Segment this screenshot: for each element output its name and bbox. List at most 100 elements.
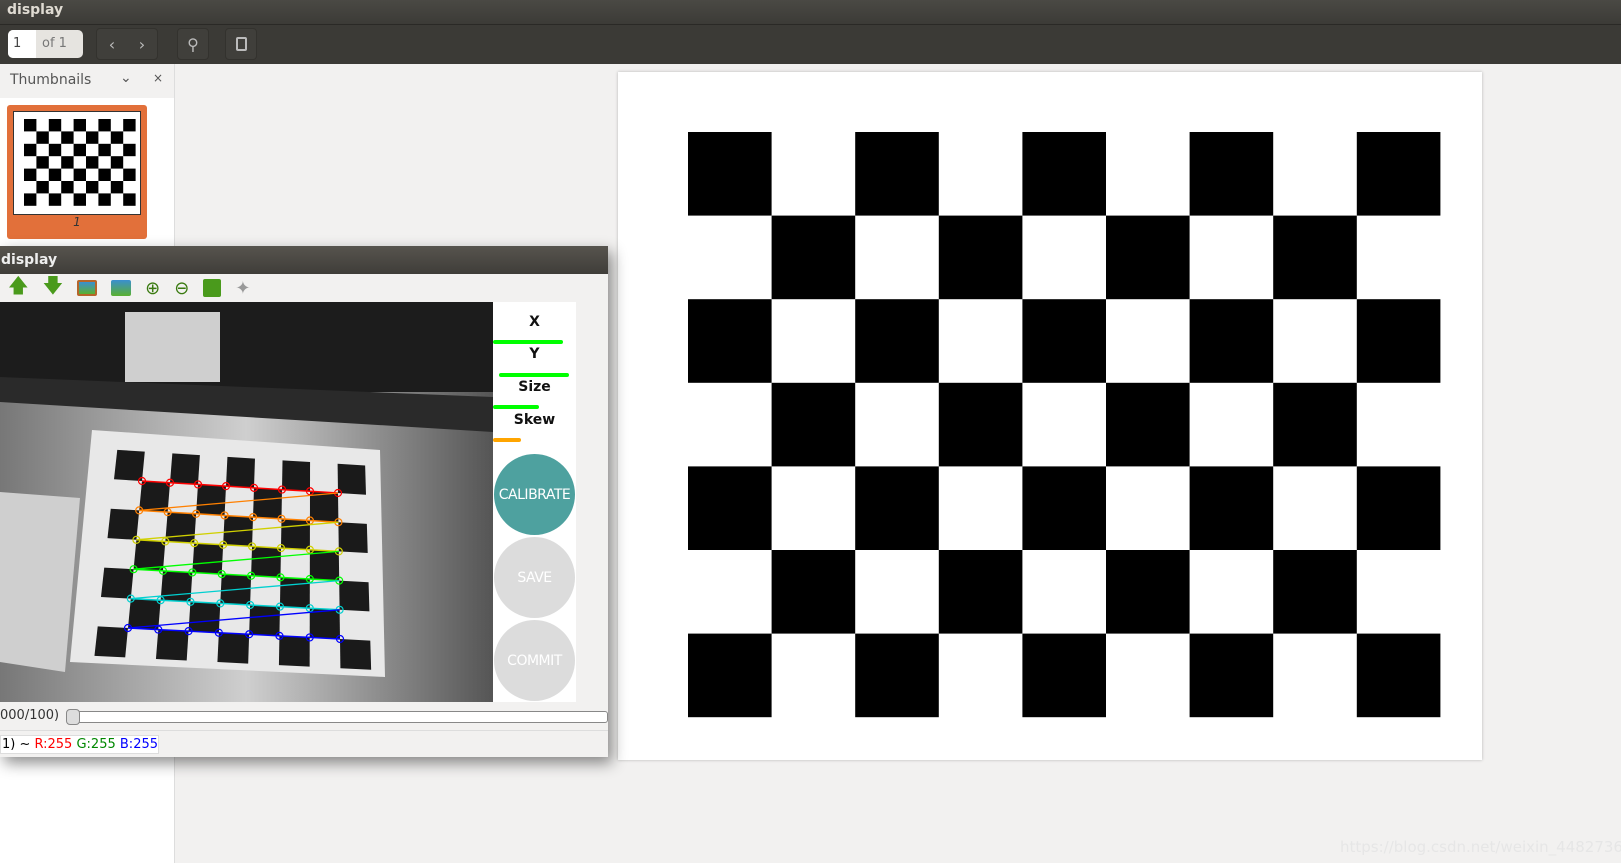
checker-square bbox=[123, 143, 136, 157]
slider-handle[interactable] bbox=[66, 709, 80, 725]
camera-checker-square bbox=[340, 639, 372, 670]
camera-checker-square bbox=[309, 491, 339, 523]
slider-track[interactable] bbox=[66, 711, 608, 723]
camera-checker-square bbox=[114, 449, 145, 481]
zoom-fit-icon[interactable] bbox=[111, 280, 132, 296]
checker-square bbox=[61, 131, 74, 144]
checker-square bbox=[98, 193, 111, 206]
window-light bbox=[125, 312, 220, 382]
checker-square bbox=[938, 382, 1023, 467]
checker-square bbox=[24, 168, 37, 181]
checker-square bbox=[48, 168, 62, 181]
checker-square bbox=[1273, 382, 1357, 467]
viewer-toolbar: 1 of 1 ‹ › ⚲ bbox=[0, 24, 1621, 64]
commit-button: COMMIT bbox=[494, 620, 575, 701]
checker-square bbox=[110, 156, 124, 169]
status-bar: 1) ~ R:255 G:255 B:255 bbox=[0, 730, 608, 757]
slider-row: 000/100) bbox=[0, 702, 608, 730]
annotations-button[interactable] bbox=[225, 28, 257, 60]
zoom-out-icon[interactable]: ⊖ bbox=[174, 278, 189, 299]
document-page bbox=[618, 72, 1482, 760]
checker-square bbox=[1356, 466, 1441, 550]
chevron-down-icon[interactable]: ⌄ bbox=[120, 70, 132, 86]
checker-square bbox=[73, 119, 86, 132]
checker-square bbox=[98, 168, 111, 181]
metric-label-x: X bbox=[529, 314, 540, 330]
checker-square bbox=[1356, 299, 1441, 383]
camera-image bbox=[0, 302, 493, 702]
page-count: of 1 bbox=[42, 36, 67, 51]
checker-square bbox=[61, 156, 74, 169]
chevron-right-icon[interactable]: › bbox=[139, 35, 145, 54]
camera-checker-square bbox=[253, 487, 282, 519]
checker-square bbox=[771, 550, 856, 634]
checkerboard-pattern bbox=[688, 132, 1441, 718]
watermark: https://blog.csdn.net/weixin_44827364 bbox=[1340, 838, 1621, 856]
checker-square bbox=[1106, 215, 1190, 300]
calibrate-button[interactable]: CALIBRATE bbox=[494, 454, 575, 535]
checker-square bbox=[688, 299, 772, 383]
status-r: R:255 bbox=[34, 737, 73, 752]
metric-label-y: Y bbox=[529, 346, 540, 362]
camera-checker-square bbox=[217, 632, 250, 664]
checker-square bbox=[24, 119, 37, 132]
status-g: G:255 bbox=[76, 737, 116, 752]
slider-label: 000/100) bbox=[0, 708, 60, 723]
camera-view[interactable] bbox=[0, 302, 493, 702]
checker-square bbox=[110, 181, 124, 194]
checker-square bbox=[123, 119, 136, 132]
camera-checker-square bbox=[226, 456, 255, 488]
app-titlebar: display bbox=[0, 0, 1621, 24]
page-number-input[interactable]: 1 bbox=[8, 30, 36, 58]
status-coords: 1) ~ bbox=[2, 737, 35, 752]
checker-square bbox=[855, 299, 939, 383]
camera-checker-square bbox=[282, 460, 311, 492]
camera-checker-square bbox=[107, 508, 140, 540]
camera-checker-square bbox=[160, 570, 193, 602]
page-nav-group: ‹ › bbox=[96, 28, 158, 60]
camera-checker-square bbox=[338, 522, 368, 554]
clipboard-icon bbox=[235, 37, 247, 51]
sidebar-title: Thumbnails bbox=[10, 72, 92, 88]
camera-checker-square bbox=[251, 546, 281, 578]
image-icon[interactable] bbox=[77, 280, 98, 296]
status-b: B:255 bbox=[119, 737, 159, 752]
camera-checker-square bbox=[280, 518, 310, 550]
checker-square bbox=[123, 168, 136, 181]
checker-square bbox=[98, 143, 111, 157]
metric-bar-size bbox=[493, 405, 540, 409]
checker-square bbox=[938, 550, 1023, 634]
checker-square bbox=[86, 181, 99, 194]
status-box: 1) ~ R:255 G:255 B:255 bbox=[0, 735, 160, 754]
search-button[interactable]: ⚲ bbox=[177, 28, 209, 60]
camera-checker-square bbox=[100, 567, 134, 599]
sidebar-header: Thumbnails ⌄ × bbox=[0, 64, 174, 98]
calibration-window: display 🡅 🡇 ⊕ ⊖ ✦ X Y Size Skew CALIBRAT… bbox=[0, 246, 608, 757]
arrow-down-icon[interactable]: 🡇 bbox=[43, 271, 64, 305]
thumbnail-page-1[interactable]: 1 bbox=[7, 105, 147, 239]
checker-square bbox=[36, 156, 49, 169]
checker-square bbox=[1189, 633, 1274, 718]
camera-checker-square bbox=[278, 635, 310, 667]
checker-square bbox=[688, 633, 772, 718]
save-icon[interactable] bbox=[203, 279, 222, 297]
camera-checker-square bbox=[337, 463, 366, 495]
checker-square bbox=[86, 131, 99, 144]
chevron-left-icon[interactable]: ‹ bbox=[109, 35, 115, 54]
camera-checker-square bbox=[139, 481, 170, 513]
window-toolbar: 🡅 🡇 ⊕ ⊖ ✦ bbox=[0, 271, 608, 305]
checker-square bbox=[1189, 132, 1274, 216]
zoom-in-icon[interactable]: ⊕ bbox=[145, 278, 160, 299]
checker-square bbox=[123, 193, 136, 206]
thumbnail-checkerboard bbox=[24, 119, 136, 206]
arrow-up-icon[interactable]: 🡅 bbox=[8, 271, 29, 305]
checker-square bbox=[48, 119, 62, 132]
camera-checker-square bbox=[279, 577, 310, 609]
camera-checker-square bbox=[155, 629, 189, 661]
room-background bbox=[0, 302, 493, 392]
page-selector[interactable]: 1 of 1 bbox=[8, 30, 83, 58]
brush-icon[interactable]: ✦ bbox=[235, 278, 250, 299]
checker-square bbox=[855, 466, 939, 550]
checker-square bbox=[855, 633, 939, 718]
close-icon[interactable]: × bbox=[153, 71, 163, 85]
